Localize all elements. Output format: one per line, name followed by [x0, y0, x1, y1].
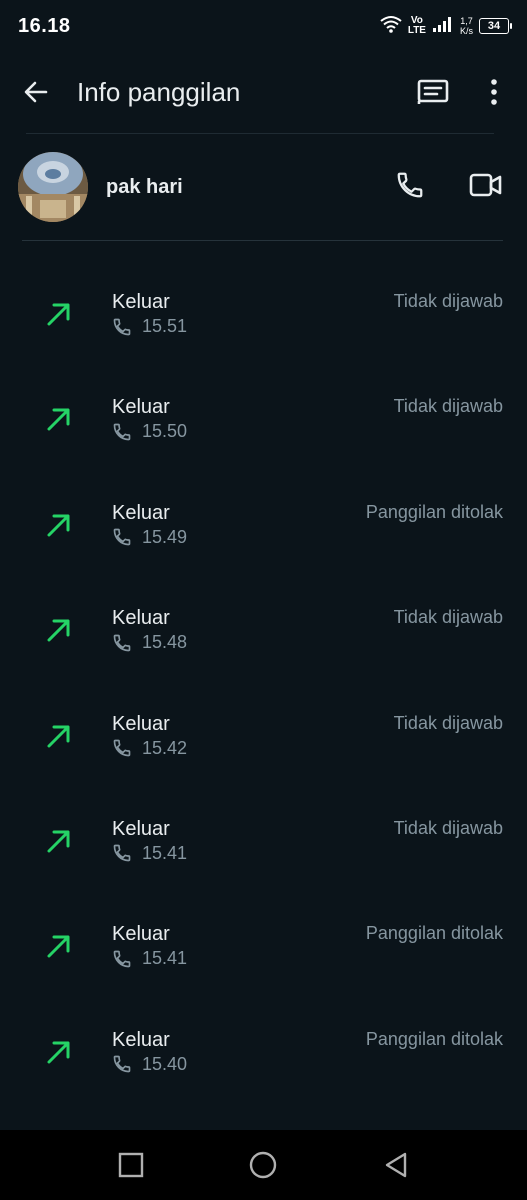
call-time-row: 15.41	[112, 843, 187, 864]
chat-message-icon	[416, 78, 450, 111]
call-time-row: 15.51	[112, 316, 187, 337]
video-call-button[interactable]	[468, 170, 504, 204]
call-type: Keluar	[112, 923, 170, 946]
call-list-item: Keluar 15.42 Tidak dijawab	[0, 671, 527, 776]
call-time: 15.41	[142, 948, 188, 969]
speed-value: 1,7	[460, 16, 473, 26]
call-list: Keluar 15.51 Tidak dijawab Keluar 15.50 …	[0, 249, 527, 1092]
signal-icon	[432, 15, 454, 38]
call-type: Keluar	[112, 396, 170, 419]
outgoing-call-arrow-icon	[44, 404, 74, 434]
more-options-button[interactable]	[480, 78, 508, 110]
call-time: 15.40	[142, 1053, 188, 1074]
phone-icon	[112, 317, 132, 337]
call-list-item: Keluar 15.41 Panggilan ditolak	[0, 881, 527, 986]
call-status: Tidak dijawab	[393, 817, 503, 838]
call-status: Tidak dijawab	[393, 291, 503, 311]
phone-icon	[112, 843, 132, 863]
triangle-back-icon[interactable]	[383, 1151, 409, 1179]
back-button[interactable]	[20, 78, 52, 110]
call-list-item: Keluar 15.50 Tidak dijawab	[0, 354, 527, 459]
call-type: Keluar	[112, 712, 170, 735]
call-time: 15.50	[142, 421, 188, 442]
call-type: Keluar	[112, 817, 170, 840]
call-time-row: 15.40	[112, 1054, 187, 1075]
outgoing-call-arrow-icon	[44, 299, 74, 329]
call-time: 15.42	[142, 737, 188, 758]
contact-name[interactable]: pak hari	[106, 176, 183, 199]
battery-icon: 34	[479, 18, 512, 34]
contact-row[interactable]: pak hari	[0, 140, 527, 236]
call-type: Keluar	[112, 607, 170, 630]
phone-icon	[112, 527, 132, 547]
call-time: 15.48	[142, 632, 188, 653]
phone-icon	[112, 949, 132, 969]
wifi-icon	[380, 15, 402, 38]
call-time: 15.51	[142, 316, 188, 336]
battery-level: 34	[487, 20, 501, 32]
square-recents-icon[interactable]	[118, 1152, 144, 1178]
call-status: Tidak dijawab	[393, 396, 503, 417]
call-type: Keluar	[112, 291, 170, 313]
avatar[interactable]	[18, 152, 88, 222]
outgoing-call-arrow-icon	[44, 931, 74, 961]
circle-home-icon[interactable]	[249, 1151, 277, 1179]
call-time: 15.41	[142, 842, 188, 863]
phone-icon	[112, 738, 132, 758]
system-nav-bar	[0, 1130, 527, 1200]
page-title: Info panggilan	[77, 77, 241, 107]
call-list-item: Keluar 15.40 Panggilan ditolak	[0, 987, 527, 1092]
call-status: Panggilan ditolak	[365, 923, 503, 944]
phone-icon	[395, 170, 425, 205]
more-vertical-icon	[490, 78, 498, 110]
call-status: Panggilan ditolak	[365, 1028, 503, 1049]
call-list-item: Keluar 15.49 Panggilan ditolak	[0, 460, 527, 565]
status-time: 16.18	[18, 14, 71, 37]
divider	[26, 133, 494, 134]
volte-bottom: LTE	[407, 25, 426, 36]
arrow-left-icon	[22, 78, 50, 111]
divider	[22, 240, 503, 241]
call-time-row: 15.42	[112, 738, 187, 759]
speed-unit: K/s	[459, 26, 473, 36]
status-bar: 16.18 Vo LTE 1,7 K/s 34	[0, 0, 527, 52]
outgoing-call-arrow-icon	[44, 615, 74, 645]
network-speed: 1,7 K/s	[460, 16, 473, 36]
outgoing-call-arrow-icon	[44, 510, 74, 540]
voice-call-button[interactable]	[393, 170, 427, 204]
outgoing-call-arrow-icon	[44, 826, 74, 856]
volte-indicator: Vo LTE	[408, 16, 426, 36]
call-type: Keluar	[112, 501, 170, 524]
video-camera-icon	[469, 172, 503, 203]
status-icons: Vo LTE 1,7 K/s 34	[380, 15, 512, 38]
call-list-item: Keluar 15.48 Tidak dijawab	[0, 565, 527, 670]
call-time-row: 15.49	[112, 527, 187, 548]
outgoing-call-arrow-icon	[44, 1037, 74, 1067]
outgoing-call-arrow-icon	[44, 721, 74, 751]
call-time-row: 15.50	[112, 421, 187, 442]
call-status: Tidak dijawab	[393, 607, 503, 628]
call-time-row: 15.48	[112, 632, 187, 653]
call-time: 15.49	[142, 526, 188, 547]
phone-icon	[112, 1054, 132, 1074]
call-status: Tidak dijawab	[393, 712, 503, 733]
call-time-row: 15.41	[112, 948, 187, 969]
app-bar: Info panggilan	[0, 56, 527, 132]
phone-icon	[112, 633, 132, 653]
call-type: Keluar	[112, 1028, 170, 1051]
call-list-item: Keluar 15.51 Tidak dijawab	[0, 249, 527, 354]
message-button[interactable]	[414, 78, 452, 110]
call-status: Panggilan ditolak	[365, 501, 503, 522]
phone-icon	[112, 422, 132, 442]
call-list-item: Keluar 15.41 Tidak dijawab	[0, 776, 527, 881]
